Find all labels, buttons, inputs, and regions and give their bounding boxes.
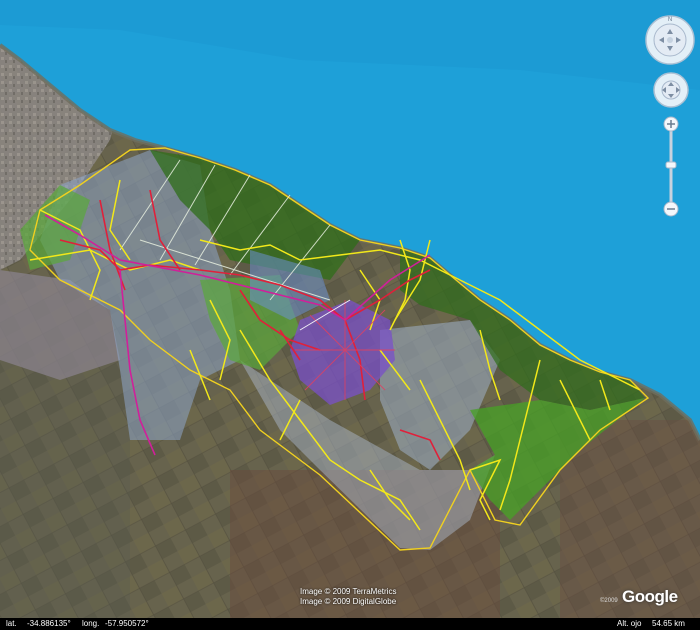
compass-icon[interactable]: N (643, 10, 697, 70)
status-bar: lat. -34.886135° long. -57.950572° Alt. … (0, 618, 700, 630)
longitude-value: -57.950572° (105, 619, 149, 628)
zoom-out-icon[interactable] (663, 201, 679, 217)
eye-altitude-label: Alt. ojo (617, 619, 642, 628)
look-joystick-icon[interactable] (651, 72, 691, 108)
latitude-value: -34.886135° (27, 619, 71, 628)
attribution-line: Image © 2009 TerraMetrics (300, 587, 397, 596)
map-view[interactable]: N Image © 2009 TerraMetrics Image © 2009… (0, 0, 700, 630)
google-logo: Google (622, 587, 678, 606)
zoom-slider-thumb[interactable] (665, 161, 677, 169)
svg-text:N: N (668, 17, 672, 23)
latitude-label: lat. (6, 619, 17, 628)
city-grid (295, 300, 395, 400)
imagery-attribution: Image © 2009 TerraMetrics Image © 2009 D… (300, 587, 396, 607)
zoom-in-icon[interactable] (663, 116, 679, 132)
longitude-label: long. (82, 619, 100, 628)
satellite-imagery[interactable] (0, 0, 700, 630)
eye-altitude-value: 54.65 km (652, 619, 685, 628)
attribution-line: Image © 2009 DigitalGlobe (300, 597, 397, 606)
zoom-slider[interactable] (661, 115, 681, 219)
logo-copyright: ©2009 (600, 598, 618, 604)
